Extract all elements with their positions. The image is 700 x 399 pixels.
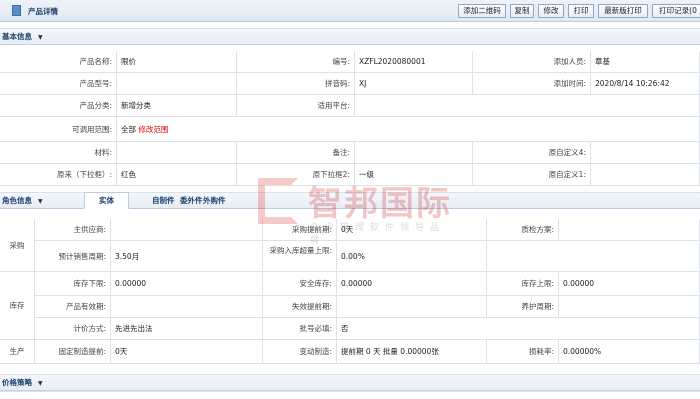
adder-value: 章基	[591, 51, 700, 73]
adder-label: 添加人员:	[473, 51, 591, 73]
price-table-stub	[0, 391, 700, 399]
production-group-label: 生产	[0, 340, 35, 364]
page-title: 产品详情	[28, 7, 58, 16]
name-label: 产品名称:	[0, 51, 117, 73]
code-label: 编号:	[237, 51, 355, 73]
basic-info-title: 基本信息	[2, 32, 32, 41]
loss-rate-value: 0.00000%	[559, 340, 700, 364]
chevron-down-icon: ▼	[38, 198, 43, 205]
custom1-value	[591, 164, 700, 186]
tab-entity[interactable]: 实体	[84, 192, 129, 209]
platform-value	[355, 95, 700, 117]
chevron-down-icon: ▼	[38, 380, 43, 387]
print-record-button[interactable]: 打印记录(0	[652, 4, 700, 18]
toolbar: 产品详情 添加二维码 复制 修改 打印 最新版打印 打印记录(0	[0, 0, 700, 22]
print-button[interactable]: 打印	[568, 4, 594, 18]
addtime-value: 2020/8/14 10:26:42	[591, 73, 700, 95]
tab-purchased[interactable]: 外购件	[203, 193, 226, 210]
model-value	[117, 73, 237, 95]
stock-min-value: 0.00000	[111, 272, 263, 296]
chevron-down-icon: ▼	[38, 34, 43, 41]
pinyin-value: XJ	[355, 73, 473, 95]
pricing-label: 计价方式:	[35, 318, 111, 340]
price-strategy-title: 价格策略	[2, 378, 32, 387]
add-qrcode-button[interactable]: 添加二维码	[458, 4, 506, 18]
safe-stock-label: 安全库存:	[263, 272, 337, 296]
loss-rate-label: 损耗率:	[487, 340, 559, 364]
dropdown2-label: 原下拉框2:	[237, 164, 355, 186]
stock-max-value: 0.00000	[559, 272, 700, 296]
remark-value	[355, 142, 473, 164]
lead-value: 0天	[337, 219, 487, 241]
dropdown1-label: 原来（下拉框）:	[0, 164, 117, 186]
code-value: XZFL2020080001	[355, 51, 473, 73]
scope-value: 全部	[121, 125, 136, 134]
pinyin-label: 拼音码:	[237, 73, 355, 95]
name-value: 限价	[117, 51, 237, 73]
edit-scope-link[interactable]: 修改范围	[138, 125, 168, 134]
pricing-value: 先进先出法	[111, 318, 263, 340]
role-info-title: 角色信息	[2, 196, 32, 205]
material-value	[117, 142, 237, 164]
qc-label: 质检方案:	[487, 219, 559, 241]
stock-min-label: 库存下限:	[35, 272, 111, 296]
supplier-label: 主供应商:	[35, 219, 111, 241]
fixed-lead-value: 0天	[111, 340, 263, 364]
tab-outsourced[interactable]: 委外件	[180, 193, 203, 210]
maintenance-label: 养护周期:	[487, 296, 559, 318]
purchase-group-label: 采购	[0, 219, 35, 272]
model-label: 产品型号:	[0, 73, 117, 95]
fixed-lead-label: 固定制造提前:	[35, 340, 111, 364]
document-icon	[12, 5, 21, 16]
platform-label: 适用平台:	[237, 95, 355, 117]
sales-period-label: 预计销售周期:	[35, 241, 111, 272]
material-label: 材料:	[0, 142, 117, 164]
valid-period-value	[111, 296, 263, 318]
variable-value: 提前期 0 天 批量 0.00000张	[337, 340, 487, 364]
batch-value: 否	[337, 318, 700, 340]
qc-value	[559, 219, 700, 241]
custom4-value	[591, 142, 700, 164]
over-limit-value: 0.00%	[337, 241, 487, 272]
basic-info-section-header[interactable]: 基本信息 ▼	[0, 28, 700, 45]
addtime-label: 添加时间:	[473, 73, 591, 95]
variable-label: 变动制造:	[263, 340, 337, 364]
sales-period-value: 3.50月	[111, 241, 263, 272]
category-value: 新增分类	[117, 95, 237, 117]
remark-label: 备注:	[237, 142, 355, 164]
price-strategy-section-header[interactable]: 价格策略 ▼	[0, 374, 700, 391]
dropdown2-value: 一级	[355, 164, 473, 186]
stock-max-label: 库存上限:	[487, 272, 559, 296]
copy-button[interactable]: 复制	[510, 4, 534, 18]
valid-period-label: 产品有效期:	[35, 296, 111, 318]
custom1-label: 原自定义1:	[473, 164, 591, 186]
dropdown1-value: 红色	[117, 164, 237, 186]
batch-label: 批号必填:	[263, 318, 337, 340]
lead-label: 采购提前期:	[263, 219, 337, 241]
stock-group-label: 库存	[0, 272, 35, 340]
custom4-label: 原自定义4:	[473, 142, 591, 164]
safe-stock-value: 0.00000	[337, 272, 487, 296]
edit-button[interactable]: 修改	[538, 4, 564, 18]
category-label: 产品分类:	[0, 95, 117, 117]
scope-value-cell: 全部 修改范围	[117, 117, 700, 142]
expire-value	[337, 296, 487, 318]
maintenance-value	[559, 296, 700, 318]
tab-self-made[interactable]: 自制件	[152, 193, 175, 210]
latest-print-button[interactable]: 最新版打印	[598, 4, 648, 18]
empty-cell	[487, 241, 700, 272]
scope-label: 可调用范围:	[0, 117, 117, 142]
expire-label: 失效提前期:	[263, 296, 337, 318]
supplier-value	[111, 219, 263, 241]
over-limit-label: 采购入库超量上限:	[263, 241, 337, 272]
